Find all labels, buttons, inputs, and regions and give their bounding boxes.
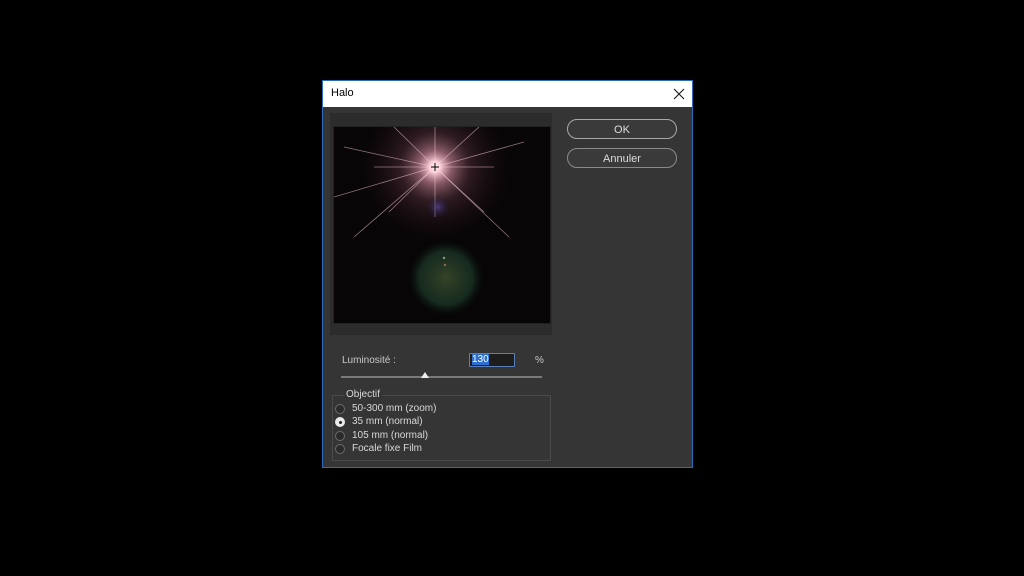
flare-preview-image [334, 127, 550, 323]
close-button[interactable] [666, 81, 692, 107]
flare-preview[interactable] [333, 126, 551, 324]
radio-button[interactable] [335, 444, 345, 454]
lens-option-label: 50-300 mm (zoom) [352, 403, 437, 414]
lens-option-label: Focale fixe Film [352, 443, 423, 454]
brightness-input[interactable]: 130 [469, 353, 515, 367]
brightness-unit: % [535, 355, 544, 366]
radio-button[interactable] [335, 404, 345, 414]
cancel-button[interactable]: Annuler [567, 148, 677, 168]
halo-dialog: Halo OK Annuler Luminosité: 130 % Objec… [322, 80, 693, 468]
preview-frame [330, 113, 552, 335]
lens-option-label: 105 mm (normal) [352, 430, 429, 441]
radio-button[interactable] [335, 431, 345, 441]
brightness-slider-track[interactable] [341, 376, 542, 378]
brightness-label: Luminosité : [342, 355, 396, 366]
brightness-slider-thumb[interactable] [421, 372, 430, 378]
dialog-title: Halo [331, 87, 354, 99]
close-icon [673, 88, 685, 100]
radio-button[interactable] [335, 417, 345, 427]
ok-button[interactable]: OK [567, 119, 677, 139]
lens-group-title: Objectif [344, 389, 382, 400]
lens-option-label: 35 mm (normal) [352, 416, 423, 427]
brightness-value: 130 [472, 354, 489, 365]
title-bar: Halo [323, 81, 692, 107]
